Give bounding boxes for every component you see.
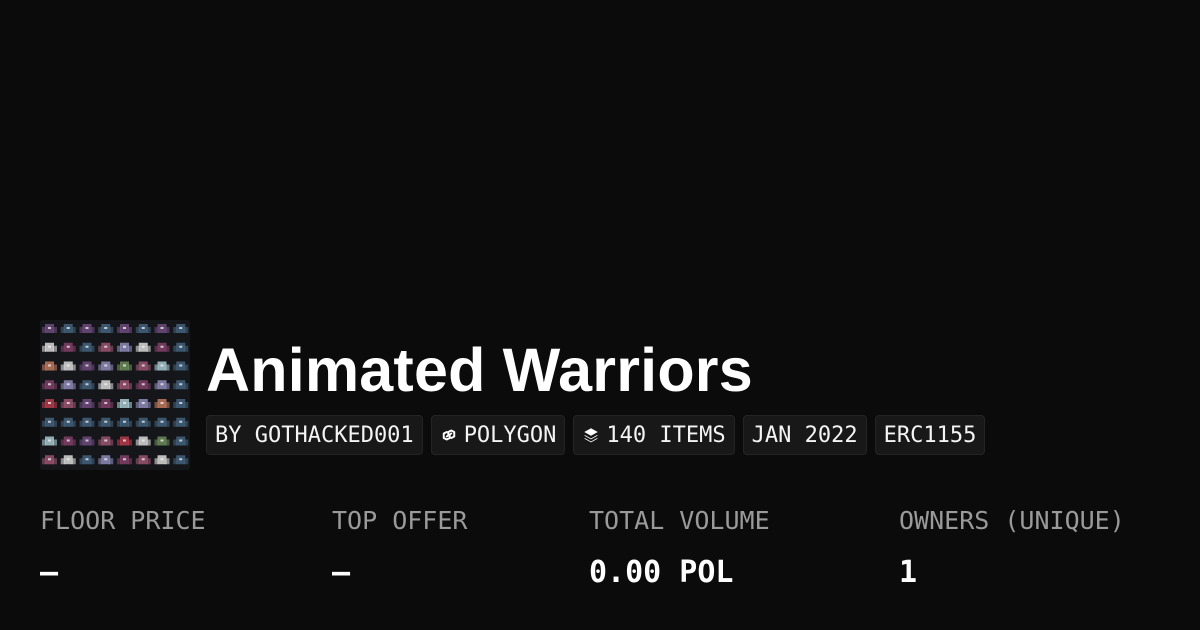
collection-meta: BY GOTHACKED001 POLYGON 140 ITEMS JAN 20… <box>206 415 986 455</box>
stat-label: TOTAL VOLUME <box>589 506 770 535</box>
collection-header: Animated Warriors BY GOTHACKED001 POLYGO… <box>40 320 986 470</box>
stat-value: – <box>40 555 59 590</box>
creator-chip[interactable]: BY GOTHACKED001 <box>206 415 423 455</box>
collection-info: Animated Warriors BY GOTHACKED001 POLYGO… <box>206 320 986 470</box>
stat-value: 0.00 POL <box>589 555 734 590</box>
items-chip[interactable]: 140 ITEMS <box>573 415 735 455</box>
date-chip: JAN 2022 <box>742 415 867 455</box>
stat-label: TOP OFFER <box>332 506 468 535</box>
stat-label: OWNERS (UNIQUE) <box>899 506 1125 535</box>
collection-title: Animated Warriors <box>206 336 753 404</box>
floor-price-stat: FLOOR PRICE – <box>40 505 206 591</box>
stat-label: FLOOR PRICE <box>40 506 206 535</box>
stat-value: – <box>332 555 351 590</box>
date-label: JAN 2022 <box>751 422 858 448</box>
total-volume-stat: TOTAL VOLUME 0.00 POL <box>589 505 770 591</box>
standard-chip: ERC1155 <box>874 415 986 455</box>
polygon-chain-icon <box>440 426 458 444</box>
top-offer-stat: TOP OFFER – <box>332 505 467 591</box>
owners-stat: OWNERS (UNIQUE) 1 <box>899 505 1125 591</box>
creator-label: BY GOTHACKED001 <box>215 422 414 448</box>
stat-value: 1 <box>899 555 918 590</box>
chain-chip[interactable]: POLYGON <box>430 415 566 455</box>
collection-stats: FLOOR PRICE – TOP OFFER – TOTAL VOLUME 0… <box>40 505 1180 595</box>
items-label: 140 ITEMS <box>606 422 726 448</box>
sprite-grid-image <box>40 320 190 470</box>
standard-label: ERC1155 <box>883 422 977 448</box>
chain-label: POLYGON <box>463 422 557 448</box>
layers-icon <box>582 426 600 444</box>
collection-thumbnail[interactable] <box>40 320 190 470</box>
